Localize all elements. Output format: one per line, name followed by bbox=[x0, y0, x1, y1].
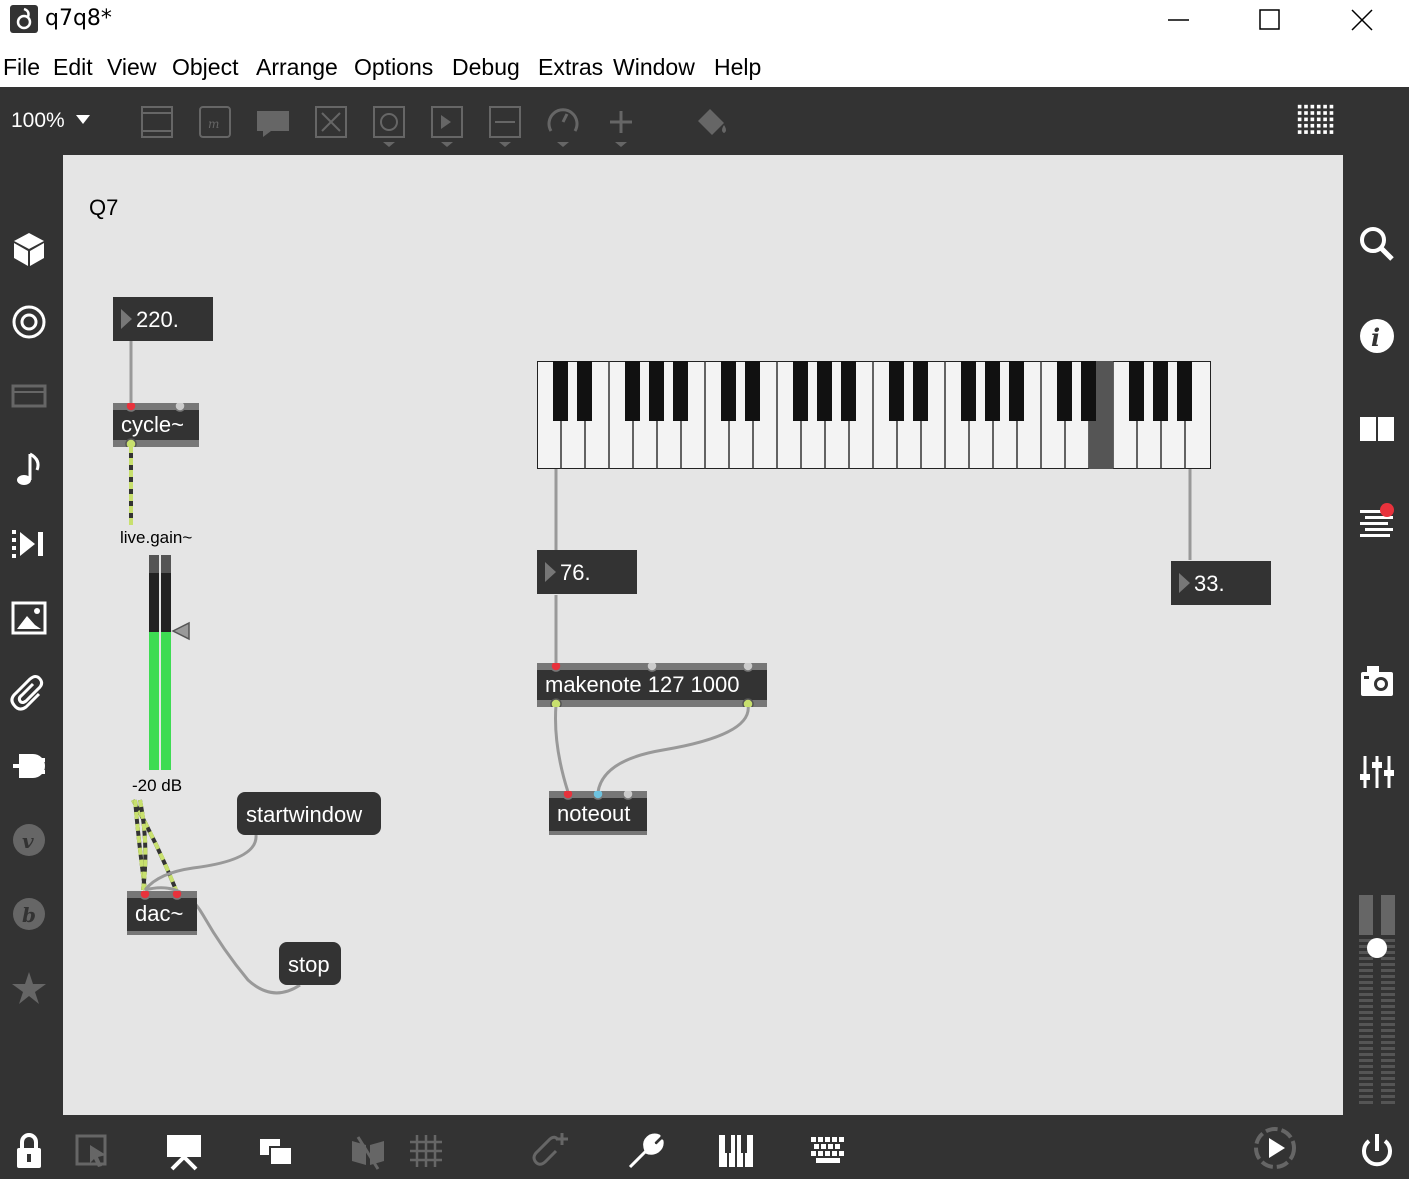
beap-icon[interactable]: b bbox=[9, 894, 49, 934]
menu-bar: File Edit View Object Arrange Options De… bbox=[0, 42, 1409, 87]
info-icon[interactable]: i bbox=[1357, 316, 1397, 356]
noteout-object[interactable]: noteout bbox=[549, 791, 647, 835]
gain-meter bbox=[149, 555, 190, 770]
computer-keyboard-icon[interactable] bbox=[808, 1131, 848, 1171]
package-cube-icon[interactable] bbox=[9, 229, 49, 269]
new-view-icon[interactable] bbox=[256, 1131, 296, 1171]
object-text: dac~ bbox=[135, 901, 184, 926]
power-icon[interactable] bbox=[1357, 1131, 1397, 1171]
chevron-down-icon bbox=[76, 115, 90, 124]
menu-options[interactable]: Options bbox=[354, 54, 433, 81]
maximize-button[interactable] bbox=[1224, 0, 1316, 40]
paint-bucket-icon[interactable] bbox=[692, 103, 732, 147]
plug-icon[interactable] bbox=[9, 746, 49, 786]
lock-icon[interactable] bbox=[9, 1131, 49, 1171]
add-object-icon[interactable] bbox=[601, 103, 641, 147]
dial-object-icon[interactable] bbox=[543, 103, 583, 147]
message-text: startwindow bbox=[246, 802, 363, 827]
target-icon[interactable] bbox=[9, 302, 49, 342]
max-app-icon bbox=[10, 5, 38, 33]
minimize-icon bbox=[1168, 19, 1189, 21]
makenote-object[interactable]: makenote 127 1000 bbox=[537, 663, 767, 707]
zoom-value: 100% bbox=[11, 109, 65, 132]
search-icon[interactable] bbox=[1357, 224, 1397, 264]
menu-edit[interactable]: Edit bbox=[53, 54, 93, 81]
number-triangle-icon bbox=[121, 309, 132, 329]
presentation-mode-icon[interactable] bbox=[164, 1131, 204, 1171]
minimize-button[interactable] bbox=[1132, 0, 1224, 40]
wrench-icon[interactable] bbox=[624, 1131, 664, 1171]
reference-book-icon[interactable] bbox=[1357, 409, 1397, 449]
bottom-toolbar bbox=[0, 1115, 1409, 1179]
mixer-icon[interactable] bbox=[1357, 752, 1397, 792]
menu-debug[interactable]: Debug bbox=[452, 54, 520, 81]
menu-object[interactable]: Object bbox=[172, 54, 238, 81]
patcher-canvas[interactable]: Q7 220. cycle~ live.gain~ -20 dB dac~ st… bbox=[63, 155, 1343, 1115]
live-gain-slider[interactable] bbox=[147, 555, 193, 770]
select-cursor-icon[interactable] bbox=[72, 1131, 112, 1171]
object-text: cycle~ bbox=[121, 412, 184, 437]
menu-arrange[interactable]: Arrange bbox=[256, 54, 338, 81]
number-box-value: 76. bbox=[560, 560, 591, 585]
message-box-icon[interactable]: m bbox=[195, 103, 235, 147]
menu-help[interactable]: Help bbox=[714, 54, 761, 81]
svg-text:i: i bbox=[1371, 323, 1380, 352]
svg-text:v: v bbox=[22, 829, 34, 853]
star-icon[interactable] bbox=[9, 968, 49, 1008]
object-box-icon[interactable] bbox=[137, 103, 177, 147]
window-title: q7q8* bbox=[45, 6, 112, 31]
kslider-keyboard[interactable] bbox=[536, 360, 1212, 470]
grid-icon[interactable] bbox=[406, 1131, 446, 1171]
image-icon[interactable] bbox=[9, 598, 49, 638]
svg-text:m: m bbox=[208, 117, 219, 131]
close-button[interactable] bbox=[1316, 0, 1408, 40]
menu-window[interactable]: Window bbox=[613, 54, 695, 81]
gain-value-label: -20 dB bbox=[132, 776, 183, 795]
number-triangle-icon bbox=[545, 562, 556, 582]
piano-keys bbox=[536, 360, 1212, 470]
comment-icon[interactable] bbox=[253, 103, 293, 147]
menu-extras[interactable]: Extras bbox=[538, 54, 603, 81]
button-object-icon[interactable] bbox=[311, 103, 351, 147]
menu-file[interactable]: File bbox=[3, 54, 40, 81]
title-bar: q7q8* bbox=[0, 0, 1409, 42]
volume-meter bbox=[1359, 895, 1395, 1104]
close-icon bbox=[1351, 9, 1373, 31]
media-step-icon[interactable] bbox=[9, 524, 49, 564]
object-text: makenote 127 1000 bbox=[545, 672, 740, 697]
comment-label: Q7 bbox=[89, 195, 119, 220]
music-note-icon[interactable] bbox=[9, 450, 49, 490]
stop-message[interactable]: stop bbox=[279, 942, 341, 985]
dac-object[interactable]: dac~ bbox=[127, 891, 197, 935]
console-icon[interactable] bbox=[1357, 500, 1397, 540]
paperclip-icon[interactable] bbox=[9, 672, 49, 712]
grid-view-icon[interactable] bbox=[1296, 101, 1336, 145]
message-text: stop bbox=[288, 952, 330, 977]
add-attachment-icon[interactable] bbox=[530, 1131, 570, 1171]
vizzie-icon[interactable]: v bbox=[9, 820, 49, 860]
cycle-object[interactable]: cycle~ bbox=[113, 403, 199, 447]
number-box-velocity[interactable]: 33. bbox=[1171, 561, 1271, 605]
bang-object-icon[interactable] bbox=[369, 103, 409, 147]
camera-icon[interactable] bbox=[1357, 662, 1397, 702]
number-box-value: 33. bbox=[1194, 571, 1225, 596]
svg-text:b: b bbox=[22, 903, 36, 927]
menu-view[interactable]: View bbox=[107, 54, 156, 81]
number-box-note[interactable]: 76. bbox=[537, 550, 637, 594]
presentation-icon[interactable] bbox=[9, 376, 49, 416]
number-box-value: 220. bbox=[136, 307, 179, 332]
object-text: noteout bbox=[557, 801, 631, 826]
number-object-icon[interactable] bbox=[427, 103, 467, 147]
live-gain-label: live.gain~ bbox=[120, 528, 193, 547]
slider-object-icon[interactable] bbox=[485, 103, 525, 147]
number-triangle-icon bbox=[1179, 573, 1190, 593]
piano-keyboard-icon[interactable] bbox=[716, 1131, 756, 1171]
audio-transport-icon[interactable] bbox=[1252, 1125, 1298, 1171]
debug-flag-icon[interactable] bbox=[348, 1131, 388, 1171]
toolbar: 100% m bbox=[0, 87, 1409, 155]
number-box-frequency[interactable]: 220. bbox=[113, 297, 213, 341]
patch-cords bbox=[129, 340, 1192, 995]
maximize-icon bbox=[1259, 9, 1280, 30]
startwindow-message[interactable]: startwindow bbox=[237, 792, 381, 835]
